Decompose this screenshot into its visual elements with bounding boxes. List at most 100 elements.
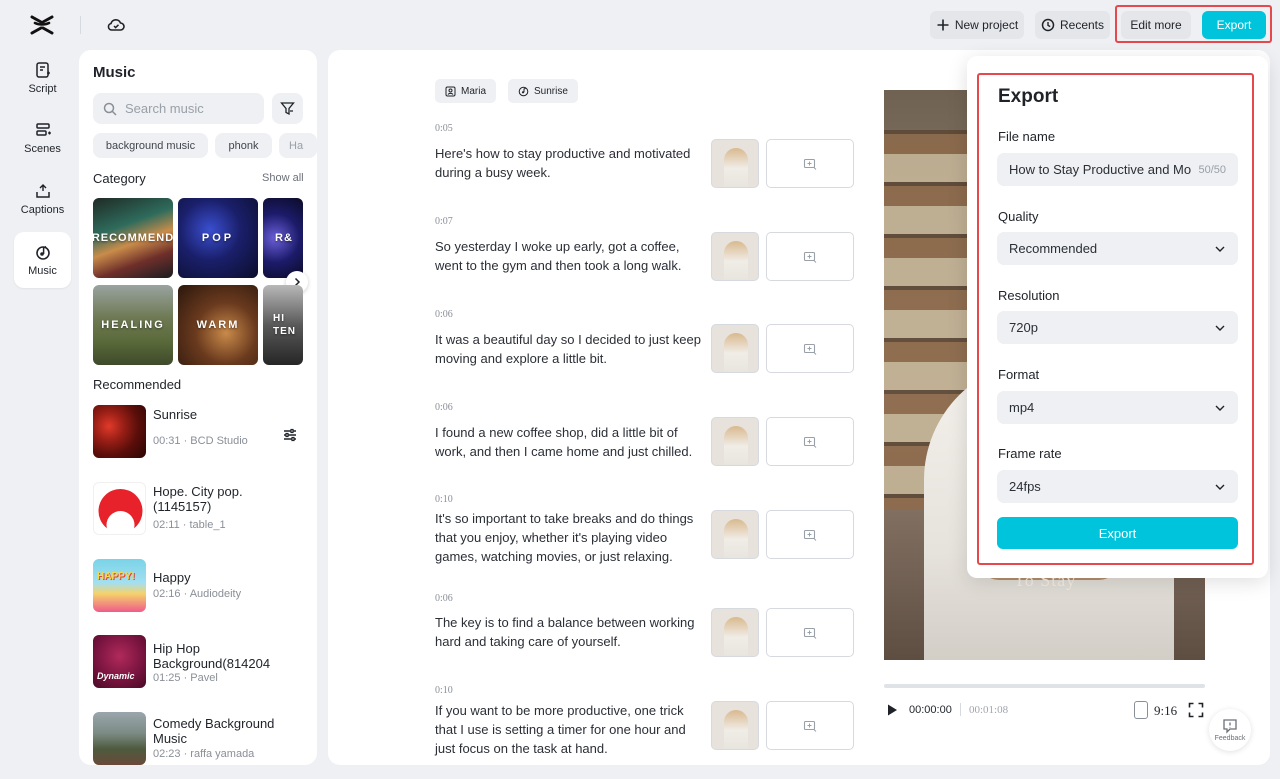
frame-rate-select[interactable]: 24fps [997,470,1238,503]
track-item[interactable]: Sunrise 00:31 · BCD Studio [93,405,308,459]
char-count: 50/50 [1198,163,1226,176]
nav-scenes[interactable]: Scenes [14,110,71,166]
track-thumbnail: Dynamic [93,635,146,688]
speaker-chip-sunrise[interactable]: Sunrise [508,79,578,103]
new-project-button[interactable]: New project [930,11,1024,39]
tag-chip[interactable]: phonk [215,133,272,158]
speaker-chip-maria[interactable]: Maria [435,79,497,103]
track-name: Sunrise [153,407,198,422]
segment-text[interactable]: I found a new coffee shop, did a little … [435,423,705,461]
track-item[interactable]: Dynamic Hip Hop Background(814204 01:25 … [93,635,308,689]
playback-progress[interactable] [884,684,1205,688]
track-item[interactable]: Comedy Background Music 02:23 · raffa ya… [93,712,308,765]
segment-text[interactable]: Here's how to stay productive and motiva… [435,144,705,182]
file-name-field[interactable]: How to Stay Productive and Mo 50/50 [997,153,1238,186]
script-icon [35,62,50,78]
quality-label: Quality [998,209,1039,224]
aspect-ratio-value[interactable]: 9:16 [1154,703,1177,719]
recents-button[interactable]: Recents [1035,11,1110,39]
search-input[interactable] [125,101,245,116]
captions-icon [35,184,50,198]
segment-duration: 0:06 [435,402,453,413]
track-item[interactable]: HAPPY! Happy 02:16 · Audiodeity [93,559,308,613]
time-separator [960,703,961,716]
chevron-down-icon [1215,405,1225,411]
category-rnb[interactable]: R& [263,198,303,278]
scene-thumbnail[interactable] [711,324,759,373]
edit-more-button[interactable]: Edit more [1121,11,1191,39]
filter-button[interactable] [272,93,303,124]
thumbnail-text: Dynamic [97,671,135,681]
segment-text[interactable]: If you want to be more productive, one t… [435,701,705,758]
track-meta: 02:11 · table_1 [153,519,226,531]
add-media-button[interactable] [766,417,854,466]
current-time: 00:00:00 [909,704,952,716]
track-name: Hope. City pop.(1145157) [153,484,243,514]
file-name-value[interactable]: How to Stay Productive and Mo [1009,162,1191,177]
tag-chip[interactable]: background music [93,133,208,158]
scene-thumbnail[interactable] [711,608,759,657]
track-item[interactable]: Hope. City pop.(1145157) 02:11 · table_1 [93,482,308,536]
capcut-logo-icon[interactable] [29,13,55,37]
resolution-select[interactable]: 720p [997,311,1238,344]
nav-captions-label: Captions [20,204,65,216]
segment-text[interactable]: The key is to find a balance between wor… [435,613,705,651]
export-button[interactable]: Export [1202,11,1266,39]
show-all-link[interactable]: Show all [262,172,304,184]
track-thumbnail [93,405,146,458]
add-media-icon [803,343,817,355]
scene-thumbnail[interactable] [711,417,759,466]
aspect-ratio-icon[interactable] [1134,701,1148,719]
track-thumbnail [93,482,146,535]
thumbnail-text: HAPPY! [97,571,135,582]
nav-captions[interactable]: Captions [14,171,71,227]
track-name: Happy [153,570,191,585]
nav-script[interactable]: Script [14,50,71,106]
track-name: Hip Hop Background(814204 [153,641,271,671]
nav-script-label: Script [28,83,57,95]
add-media-button[interactable] [766,232,854,281]
category-high-tension[interactable]: HI TEN [263,285,303,365]
track-meta: 01:25 · Pavel [153,672,218,684]
add-media-button[interactable] [766,608,854,657]
scene-thumbnail[interactable] [711,139,759,188]
recents-label: Recents [1059,18,1105,32]
chevron-down-icon [1215,325,1225,331]
plus-icon [937,19,949,31]
add-media-button[interactable] [766,324,854,373]
category-recommend[interactable]: RECOMMEND [93,198,173,278]
scene-thumbnail[interactable] [711,510,759,559]
speaker-label: Maria [461,85,487,97]
track-thumbnail: HAPPY! [93,559,146,612]
feedback-button[interactable]: Feedback [1209,709,1251,751]
fullscreen-icon[interactable] [1188,702,1204,718]
segment-duration: 0:05 [435,123,453,134]
quality-select[interactable]: Recommended [997,232,1238,265]
segment-text[interactable]: It was a beautiful day so I decided to j… [435,330,705,368]
segment-text[interactable]: It's so important to take breaks and do … [435,509,705,566]
cloud-sync-icon[interactable] [106,15,126,35]
add-media-button[interactable] [766,139,854,188]
music-panel: Music background music phonk Ha Category… [79,50,317,765]
segment-duration: 0:06 [435,593,453,604]
tag-chip[interactable]: Ha [279,133,317,158]
scene-thumbnail[interactable] [711,701,759,750]
category-warm[interactable]: WARM [178,285,258,365]
add-media-button[interactable] [766,510,854,559]
segment-text[interactable]: So yesterday I woke up early, got a coff… [435,237,705,275]
search-box[interactable] [93,93,264,124]
category-pop[interactable]: POP [178,198,258,278]
nav-music[interactable]: Music [14,232,71,288]
export-confirm-button[interactable]: Export [997,517,1238,549]
resolution-value: 720p [1009,320,1038,335]
format-select[interactable]: mp4 [997,391,1238,424]
add-media-button[interactable] [766,701,854,750]
divider [80,16,81,34]
scene-thumbnail[interactable] [711,232,759,281]
quality-value: Recommended [1009,241,1098,256]
chevron-down-icon [1215,246,1225,252]
category-healing[interactable]: HEALING [93,285,173,365]
play-icon[interactable] [885,703,899,717]
adjust-icon[interactable] [282,427,298,443]
voice-icon [445,86,456,96]
